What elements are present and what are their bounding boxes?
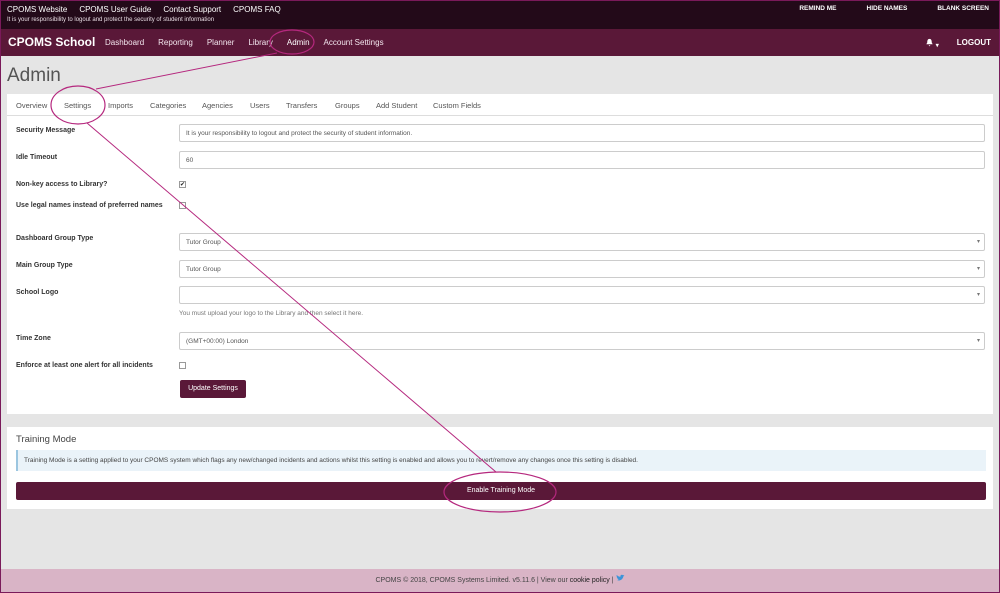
twitter-icon[interactable] (615, 574, 625, 582)
contact-support-link[interactable]: Contact Support (163, 5, 221, 14)
top-right-actions: REMIND ME HIDE NAMES BLANK SCREEN (799, 5, 989, 12)
dashboard-group-type-label: Dashboard Group Type (16, 235, 94, 242)
main-group-type-value: Tutor Group (186, 266, 221, 273)
nonkey-access-label: Non-key access to Library? (16, 181, 108, 188)
hide-names-button[interactable]: HIDE NAMES (867, 5, 908, 12)
settings-panel: Security Message It is your responsibili… (7, 116, 993, 414)
security-message-input[interactable]: It is your responsibility to logout and … (179, 124, 985, 142)
nav-library[interactable]: Library (248, 38, 272, 47)
training-mode-info: Training Mode is a setting applied to yo… (16, 450, 986, 471)
tab-transfers[interactable]: Transfers (286, 94, 335, 115)
tab-add-student[interactable]: Add Student (376, 94, 433, 115)
main-group-type-select[interactable]: Tutor Group ▾ (179, 260, 985, 278)
time-zone-value: (GMT+00:00) London (186, 338, 249, 345)
tab-custom-fields[interactable]: Custom Fields (433, 94, 493, 115)
school-logo-help: You must upload your logo to the Library… (179, 310, 364, 317)
training-mode-title: Training Mode (16, 434, 77, 445)
dashboard-group-type-select[interactable]: Tutor Group ▾ (179, 233, 985, 251)
enable-training-mode-button[interactable]: Enable Training Mode (16, 482, 986, 500)
tab-imports[interactable]: Imports (108, 94, 150, 115)
select-arrow-icon: ▾ (976, 266, 980, 272)
time-zone-select[interactable]: (GMT+00:00) London ▾ (179, 332, 985, 350)
enforce-alert-label: Enforce at least one alert for all incid… (16, 362, 153, 369)
annotation-line-admin-to-settings (95, 52, 278, 90)
idle-timeout-label: Idle Timeout (16, 154, 58, 161)
remind-me-button[interactable]: REMIND ME (799, 5, 836, 12)
faq-link[interactable]: CPOMS FAQ (233, 5, 281, 14)
school-logo-select[interactable]: ▾ (179, 286, 985, 304)
tab-categories[interactable]: Categories (150, 94, 202, 115)
nav-menu: Dashboard Reporting Planner Library Admi… (105, 38, 398, 47)
enforce-alert-checkbox[interactable] (179, 362, 186, 369)
time-zone-label: Time Zone (16, 335, 51, 342)
logout-button[interactable]: LOGOUT (957, 38, 991, 49)
top-links: CPOMS Website CPOMS User Guide Contact S… (7, 5, 281, 14)
nonkey-access-checkbox[interactable]: ✔ (179, 181, 186, 188)
footer: CPOMS © 2018, CPOMS Systems Limited. v5.… (1, 569, 999, 592)
page-title: Admin (7, 65, 61, 86)
nav-reporting[interactable]: Reporting (158, 38, 193, 47)
footer-copyright: CPOMS © 2018, CPOMS Systems Limited. v5.… (375, 577, 570, 584)
legal-names-label: Use legal names instead of preferred nam… (16, 202, 163, 209)
bell-icon (925, 38, 933, 47)
nav-dashboard[interactable]: Dashboard (105, 38, 144, 47)
nav-account-settings[interactable]: Account Settings (324, 38, 384, 47)
tab-groups[interactable]: Groups (335, 94, 376, 115)
cookie-policy-link[interactable]: cookie policy (570, 577, 610, 584)
blank-screen-button[interactable]: BLANK SCREEN (937, 5, 989, 12)
notifications-bell-icon[interactable]: ▾ (925, 38, 939, 49)
top-utility-bar: CPOMS Website CPOMS User Guide Contact S… (1, 1, 999, 29)
tab-agencies[interactable]: Agencies (202, 94, 250, 115)
school-logo-label: School Logo (16, 289, 59, 296)
admin-tabs: Overview Settings Imports Categories Age… (7, 94, 993, 116)
security-message-label: Security Message (16, 127, 76, 134)
idle-timeout-input[interactable]: 60 (179, 151, 985, 169)
main-group-type-label: Main Group Type (16, 262, 73, 269)
nav-admin[interactable]: Admin (287, 38, 310, 47)
cpoms-website-link[interactable]: CPOMS Website (7, 5, 67, 14)
dashboard-group-type-value: Tutor Group (186, 239, 221, 246)
legal-names-checkbox[interactable] (179, 202, 186, 209)
select-arrow-icon: ▾ (976, 338, 980, 344)
security-note: It is your responsibility to logout and … (7, 17, 215, 23)
main-navbar: CPOMS School Dashboard Reporting Planner… (1, 29, 999, 56)
brand-logo[interactable]: CPOMS School (8, 35, 95, 49)
training-mode-panel: Training Mode Training Mode is a setting… (7, 427, 993, 509)
select-arrow-icon: ▾ (976, 239, 980, 245)
select-arrow-icon: ▾ (976, 292, 980, 298)
dropdown-caret-icon: ▾ (935, 43, 939, 49)
user-guide-link[interactable]: CPOMS User Guide (79, 5, 151, 14)
tab-overview[interactable]: Overview (16, 94, 64, 115)
nav-right: ▾ LOGOUT (925, 38, 991, 49)
update-settings-button[interactable]: Update Settings (180, 380, 246, 398)
nav-planner[interactable]: Planner (207, 38, 235, 47)
tab-users[interactable]: Users (250, 94, 286, 115)
tab-settings[interactable]: Settings (64, 94, 108, 115)
